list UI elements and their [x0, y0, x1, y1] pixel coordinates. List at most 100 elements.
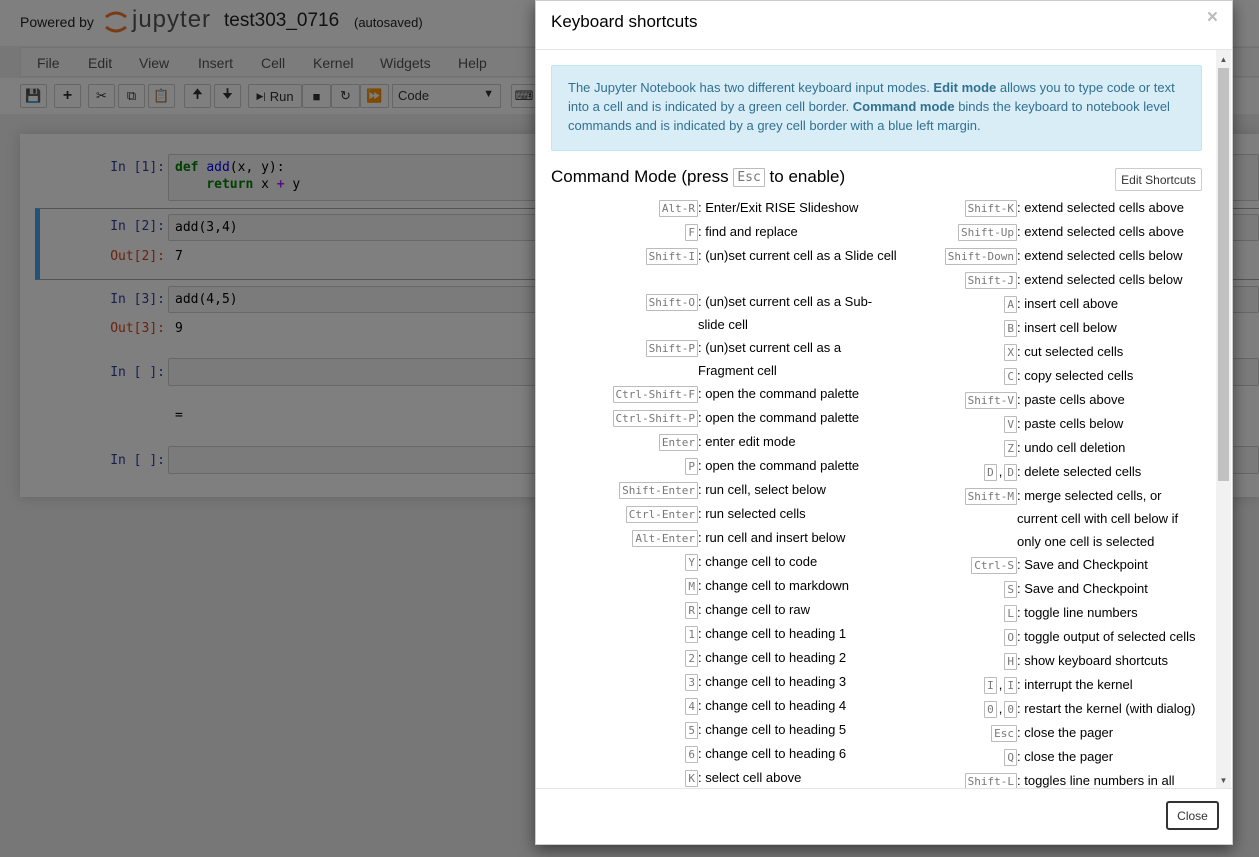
shortcut-keys: Shift-M [882, 484, 1017, 553]
edit-shortcuts-button[interactable]: Edit Shortcuts [1115, 168, 1202, 191]
kbd-key: A [1004, 296, 1017, 313]
shortcut-row: Ctrl-Shift-P: open the command palette [536, 406, 898, 429]
shortcut-keys: H [882, 649, 1017, 672]
shortcut-row: Y: change cell to code [536, 550, 898, 573]
shortcut-keys: V [882, 412, 1017, 435]
shortcut-description: : copy selected cells [1017, 368, 1134, 383]
shortcut-keys: Q [882, 745, 1017, 768]
shortcut-row: Shift-P: (un)set current cell as a Fragm… [536, 336, 898, 382]
shortcut-keys: Shift-L [882, 769, 1017, 788]
kbd-key: Z [1004, 440, 1017, 457]
shortcut-keys: Shift-V [882, 388, 1017, 411]
shortcut-description: : change cell to heading 5 [698, 722, 847, 737]
shortcut-row: O: toggle output of selected cells [882, 625, 1202, 648]
shortcut-keys: R [536, 598, 698, 621]
shortcut-row: Shift-O: (un)set current cell as a Sub-s… [536, 290, 898, 336]
shortcut-keys: F [536, 220, 698, 243]
kbd-key: R [685, 602, 698, 619]
kbd-key: K [685, 770, 698, 787]
shortcut-description: : extend selected cells above [1017, 200, 1184, 215]
shortcut-description: : change cell to heading 4 [698, 698, 847, 713]
shortcut-keys: S [882, 577, 1017, 600]
kbd-key: Esc [991, 725, 1017, 742]
shortcut-description: : (un)set current cell as a Slide cell [698, 248, 897, 263]
shortcut-description: : run selected cells [698, 506, 806, 521]
shortcut-row: Shift-L: toggles line numbers in all cel… [882, 769, 1202, 788]
kbd-key: Shift-L [964, 773, 1017, 788]
shortcut-description: : toggle output of selected cells [1017, 629, 1196, 644]
shortcut-keys: O [882, 625, 1017, 648]
kbd-key: F [685, 224, 698, 241]
kbd-key: Alt-R [658, 200, 698, 217]
shortcut-row: P: open the command palette [536, 454, 898, 477]
shortcut-row: Shift-Enter: run cell, select below [536, 478, 898, 501]
shortcut-row: 6: change cell to heading 6 [536, 742, 898, 765]
shortcut-row: Shift-Up: extend selected cells above [882, 220, 1202, 243]
shortcut-keys: K [536, 766, 698, 788]
shortcut-description: : toggle line numbers [1017, 605, 1138, 620]
scrollbar-thumb[interactable] [1218, 68, 1229, 481]
shortcut-description: : find and replace [698, 224, 798, 239]
shortcut-row: Shift-Down: extend selected cells below [882, 244, 1202, 267]
shortcut-description: : Save and Checkpoint [1017, 581, 1148, 596]
shortcut-keys: Shift-Down [882, 244, 1017, 267]
shortcut-row: 5: change cell to heading 5 [536, 718, 898, 741]
scrollbar[interactable]: ▲ ▼ [1216, 50, 1231, 788]
shortcut-keys: Ctrl-Enter [536, 502, 698, 525]
close-icon[interactable]: × [1207, 7, 1218, 29]
shortcut-description: : change cell to heading 2 [698, 650, 847, 665]
kbd-key: Shift-M [964, 488, 1017, 505]
shortcut-keys: I,I [882, 673, 1017, 696]
shortcut-row: 2: change cell to heading 2 [536, 646, 898, 669]
shortcut-keys: Ctrl-S [882, 553, 1017, 576]
kbd-key: Shift-Up [958, 224, 1017, 241]
shortcut-row: 4: change cell to heading 4 [536, 694, 898, 717]
shortcut-keys: B [882, 316, 1017, 339]
shortcut-row: 0,0: restart the kernel (with dialog) [882, 697, 1202, 720]
kbd-key: L [1004, 605, 1017, 622]
kbd-key: Shift-V [964, 392, 1017, 409]
shortcut-keys: M [536, 574, 698, 597]
shortcut-description: : insert cell below [1017, 320, 1117, 335]
kbd-key: 0 [1004, 701, 1017, 718]
shortcut-row: Ctrl-Enter: run selected cells [536, 502, 898, 525]
kbd-key: O [1004, 629, 1017, 646]
shortcut-keys: Enter [536, 430, 698, 453]
shortcut-row: K: select cell above [536, 766, 898, 788]
shortcut-description: : merge selected cells, or current cell … [1017, 488, 1179, 549]
shortcut-keys: A [882, 292, 1017, 315]
shortcut-description: : open the command palette [698, 410, 860, 425]
shortcut-keys: Shift-J [882, 268, 1017, 291]
kbd-key: Shift-K [964, 200, 1017, 217]
shortcut-description: : change cell to raw [698, 602, 811, 617]
shortcut-keys: Y [536, 550, 698, 573]
shortcut-row: X: cut selected cells [882, 340, 1202, 363]
scroll-up-icon[interactable]: ▲ [1216, 52, 1231, 67]
shortcut-description: : extend selected cells above [1017, 224, 1184, 239]
shortcut-description: : show keyboard shortcuts [1017, 653, 1169, 668]
dialog-body[interactable]: The Jupyter Notebook has two different k… [536, 49, 1232, 789]
scroll-down-icon[interactable]: ▼ [1216, 773, 1231, 788]
shortcut-row: Shift-M: merge selected cells, or curren… [882, 484, 1202, 553]
shortcut-description: : (un)set current cell as a Sub-slide ce… [698, 294, 873, 332]
shortcut-keys: Ctrl-Shift-F [536, 382, 698, 405]
shortcut-description: : open the command palette [698, 458, 860, 473]
shortcut-description: : paste cells below [1017, 416, 1124, 431]
section-heading-text: Command Mode (press [551, 167, 734, 186]
shortcut-keys: 2 [536, 646, 698, 669]
kbd-key: 4 [685, 698, 698, 715]
shortcut-row: Alt-R: Enter/Exit RISE Slideshow [536, 196, 898, 219]
shortcut-keys: Shift-Enter [536, 478, 698, 501]
kbd-key: D [984, 464, 997, 481]
shortcut-keys: Shift-Up [882, 220, 1017, 243]
shortcut-row: C: copy selected cells [882, 364, 1202, 387]
kbd-key: 0 [984, 701, 997, 718]
shortcut-row: 3: change cell to heading 3 [536, 670, 898, 693]
shortcut-row: Shift-I: (un)set current cell as a Slide… [536, 244, 898, 267]
shortcut-keys: Ctrl-Shift-P [536, 406, 698, 429]
kbd-key: Alt-Enter [632, 530, 698, 547]
close-button[interactable]: Close [1166, 801, 1219, 830]
kbd-key: S [1004, 581, 1017, 598]
shortcut-row: I,I: interrupt the kernel [882, 673, 1202, 696]
shortcut-keys: Alt-R [536, 196, 698, 219]
